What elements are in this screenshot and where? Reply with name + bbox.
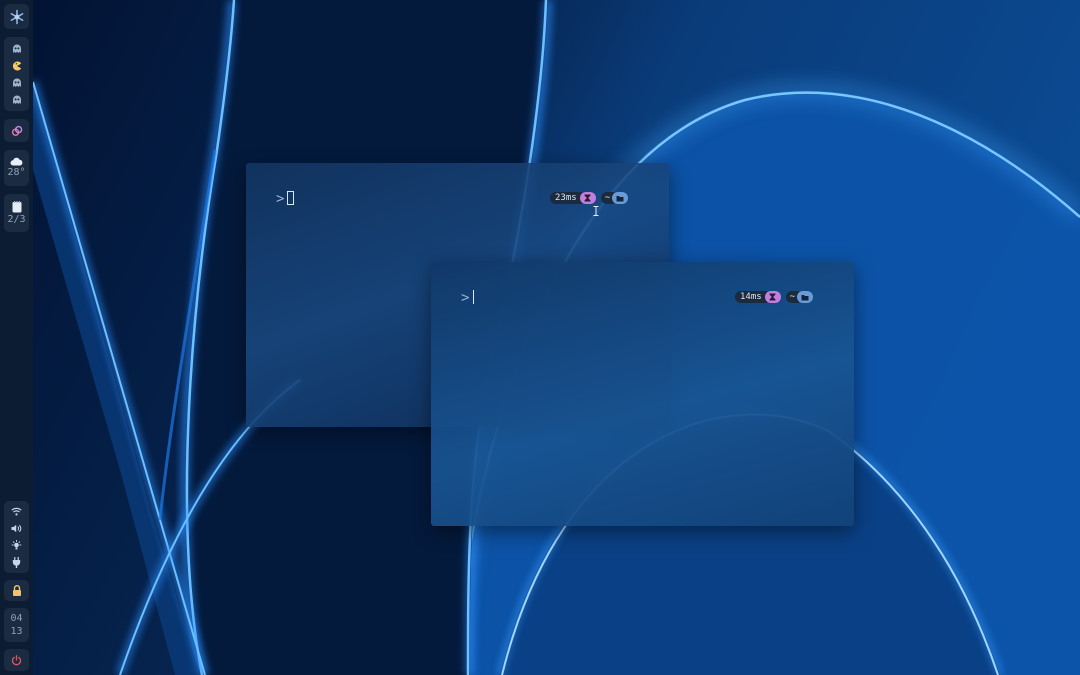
sidebar-bar: 28° 2/3 04 13 (0, 0, 33, 675)
volume-icon (11, 524, 22, 533)
brightness-icon (11, 540, 22, 550)
right-prompt: 14ms ~ (735, 291, 814, 303)
snowflake-icon (10, 9, 23, 24)
terminal-window-focused[interactable]: > 14ms ~ (431, 262, 854, 526)
lock-button[interactable] (4, 580, 29, 601)
workspaces-module (4, 37, 29, 111)
pacman-icon (12, 61, 21, 70)
folder-icon (612, 192, 629, 204)
right-prompt: 23ms ~ (550, 192, 629, 204)
launcher-button[interactable] (4, 4, 29, 29)
ghost-icon (12, 95, 21, 104)
power-button[interactable] (4, 649, 29, 671)
wifi-icon (11, 507, 22, 516)
notes-count: 2/3 (7, 213, 26, 225)
plug-icon (12, 557, 21, 568)
clock-minute: 13 (10, 626, 23, 637)
power-icon (11, 654, 22, 665)
block-cursor (287, 191, 294, 205)
workspace-3[interactable] (4, 74, 29, 91)
link-icon (11, 125, 22, 136)
connection-button[interactable] (4, 119, 29, 142)
brightness-button[interactable] (4, 537, 29, 554)
system-tray (4, 501, 29, 573)
ghost-icon (12, 44, 21, 53)
volume-button[interactable] (4, 520, 29, 537)
ghost-icon (12, 78, 21, 87)
clock-hour: 04 (10, 613, 23, 624)
cloud-icon (10, 157, 23, 166)
bar-cursor (473, 290, 474, 304)
weather-temperature: 28° (7, 167, 26, 178)
clock-module[interactable]: 04 13 (4, 608, 29, 642)
folder-icon (797, 291, 814, 303)
prompt-symbol: > (276, 191, 285, 207)
weather-module[interactable]: 28° (4, 150, 29, 186)
lock-icon (12, 585, 21, 596)
workspace-1[interactable] (4, 40, 29, 57)
workspace-4[interactable] (4, 91, 29, 108)
notes-module[interactable]: 2/3 (4, 194, 29, 232)
notepad-icon (12, 200, 21, 212)
hourglass-icon (579, 192, 596, 204)
workspace-2[interactable] (4, 57, 29, 74)
hourglass-icon (764, 291, 781, 303)
power-plug-status[interactable] (4, 554, 29, 571)
command-duration: 23ms (550, 192, 582, 204)
wifi-button[interactable] (4, 503, 29, 520)
prompt-symbol: > (461, 290, 470, 306)
text-cursor-pointer-icon (593, 206, 599, 216)
command-duration: 14ms (735, 291, 767, 303)
